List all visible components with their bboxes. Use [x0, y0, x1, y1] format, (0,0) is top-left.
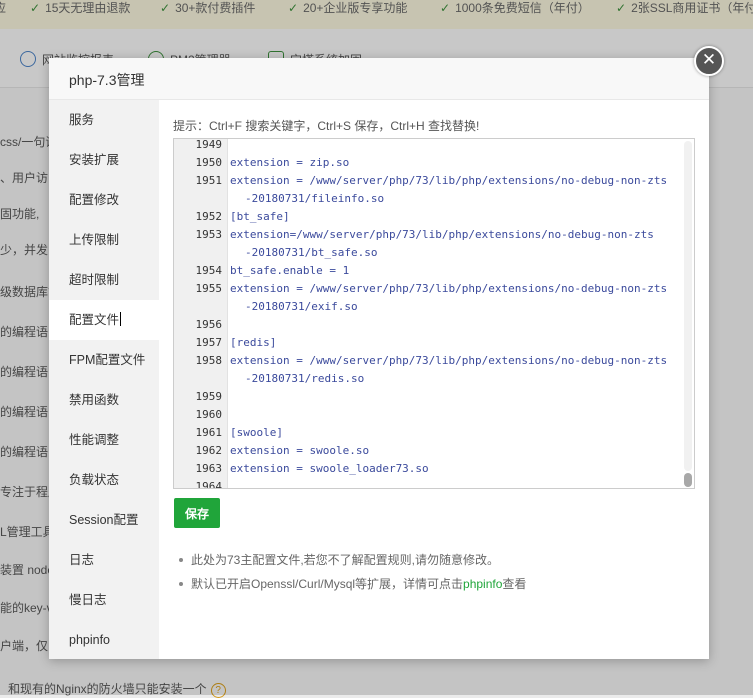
editor-scrollbar[interactable]: [683, 140, 692, 487]
code-text[interactable]: [swoole]: [230, 424, 283, 442]
line-number: 1957: [195, 336, 223, 349]
code-text[interactable]: -20180731/exif.so: [245, 298, 358, 316]
scrollbar-track[interactable]: [684, 141, 692, 471]
line-number: 1962: [195, 444, 223, 457]
shortcut-hint: 提示：Ctrl+F 搜索关键字，Ctrl+S 保存，Ctrl+H 查找替换!: [173, 119, 480, 133]
line-number: 1949: [195, 138, 223, 151]
sidebar-item-performance[interactable]: 性能调整: [49, 420, 159, 460]
sidebar-item-timeout-limit[interactable]: 超时限制: [49, 260, 159, 300]
sidebar-item-slow-log[interactable]: 慢日志: [49, 580, 159, 620]
line-number: 1961: [195, 426, 223, 439]
line-number: 1955: [195, 282, 223, 295]
code-text[interactable]: -20180731/redis.so: [245, 370, 364, 388]
sidebar-item-fpm-config[interactable]: FPM配置文件: [49, 340, 159, 380]
sidebar-item-session-config[interactable]: Session配置: [49, 500, 159, 540]
code-text[interactable]: [redis]: [230, 334, 276, 352]
phpinfo-link[interactable]: phpinfo: [463, 577, 502, 591]
save-button[interactable]: 保存: [174, 498, 220, 528]
dialog-sidebar: 服务 安装扩展 配置修改 上传限制 超时限制 配置文件 FPM配置文件 禁用函数…: [49, 100, 159, 659]
sidebar-item-log[interactable]: 日志: [49, 540, 159, 580]
code-text[interactable]: extension = /www/server/php/73/lib/php/e…: [230, 352, 667, 370]
line-number: 1952: [195, 210, 223, 223]
sidebar-item-load-status[interactable]: 负载状态: [49, 460, 159, 500]
line-number: 1959: [195, 390, 223, 403]
code-text[interactable]: bt_safe.enable = 1: [230, 262, 349, 280]
line-number: 1964: [195, 480, 223, 489]
note-item: 默认已开启Openssl/Curl/Mysql等扩展，详情可点击phpinfo查…: [179, 572, 526, 596]
code-text[interactable]: -20180731/bt_safe.so: [245, 244, 377, 262]
dialog-header: php-7.3管理: [49, 58, 709, 100]
code-text[interactable]: extension = /www/server/php/73/lib/php/e…: [230, 280, 667, 298]
sidebar-item-install-extension[interactable]: 安装扩展: [49, 140, 159, 180]
sidebar-item-config-file[interactable]: 配置文件: [49, 300, 159, 340]
php-manager-dialog: php-7.3管理 ✕ 服务 安装扩展 配置修改 上传限制 超时限制 配置文件 …: [49, 46, 724, 659]
text-cursor-icon: [120, 312, 122, 326]
sidebar-item-service[interactable]: 服务: [49, 100, 159, 140]
help-notes: 此处为73主配置文件,若您不了解配置规则,请勿随意修改。 默认已开启Openss…: [179, 548, 526, 596]
code-text[interactable]: extension = swoole.so: [230, 442, 369, 460]
close-button[interactable]: ✕: [694, 46, 724, 76]
sidebar-item-config-modify[interactable]: 配置修改: [49, 180, 159, 220]
line-number: 1950: [195, 156, 223, 169]
code-text[interactable]: extension = swoole_loader73.so: [230, 460, 429, 478]
line-number: 1956: [195, 318, 223, 331]
close-icon: ✕: [701, 50, 717, 69]
line-number: 1960: [195, 408, 223, 421]
sidebar-item-disabled-functions[interactable]: 禁用函数: [49, 380, 159, 420]
code-text[interactable]: extension=/www/server/php/73/lib/php/ext…: [230, 226, 654, 244]
line-number: 1958: [195, 354, 223, 367]
scrollbar-thumb[interactable]: [684, 473, 692, 487]
line-number: 1963: [195, 462, 223, 475]
line-number: 1951: [195, 174, 223, 187]
code-text[interactable]: -20180731/fileinfo.so: [245, 190, 384, 208]
code-text[interactable]: [bt_safe]: [230, 208, 290, 226]
dialog-title: php-7.3管理: [69, 72, 145, 88]
dialog-content: 提示：Ctrl+F 搜索关键字，Ctrl+S 保存，Ctrl+H 查找替换! 1…: [159, 100, 709, 659]
config-editor[interactable]: 1949 1950 extension = zip.so 1951 extension …: [173, 138, 695, 489]
code-text[interactable]: extension = /www/server/php/73/lib/php/e…: [230, 172, 667, 190]
note-item: 此处为73主配置文件,若您不了解配置规则,请勿随意修改。: [179, 548, 526, 572]
sidebar-item-upload-limit[interactable]: 上传限制: [49, 220, 159, 260]
line-number: 1954: [195, 264, 223, 277]
line-number: 1953: [195, 228, 223, 241]
sidebar-item-phpinfo[interactable]: phpinfo: [49, 620, 159, 660]
code-text[interactable]: extension = zip.so: [230, 154, 349, 172]
